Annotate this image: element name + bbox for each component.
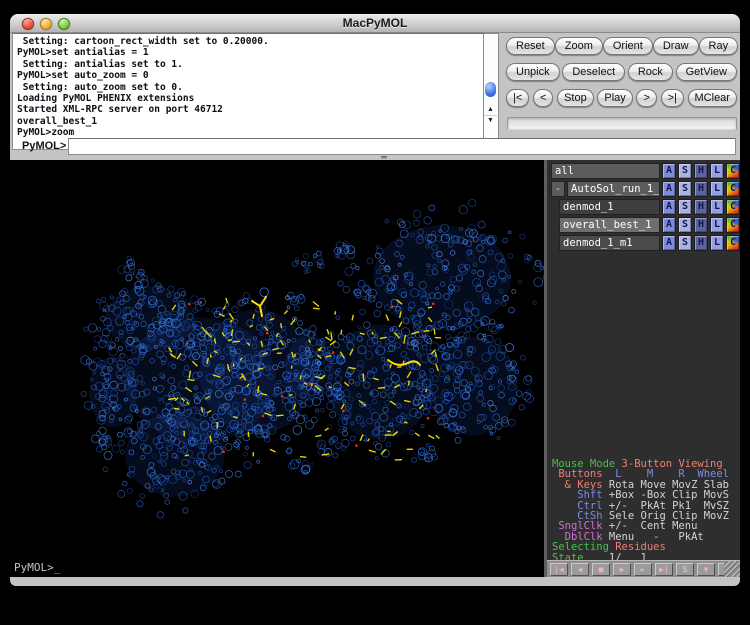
step-button[interactable]: < bbox=[533, 89, 553, 107]
expander-toggle[interactable]: - bbox=[551, 181, 565, 197]
console-line: PyMOL>zoom bbox=[17, 127, 483, 138]
go-to-end-button[interactable]: ▶| bbox=[655, 563, 673, 576]
s-menu-button[interactable]: S bbox=[678, 199, 692, 215]
ashlc-tiles: ASHLC bbox=[662, 235, 740, 251]
console-line: PyMOL>set auto_zoom = 0 bbox=[17, 70, 483, 81]
step-button[interactable]: |< bbox=[506, 89, 529, 107]
ashlc-tiles: ASHLC bbox=[662, 163, 740, 179]
stop-button[interactable]: ■ bbox=[592, 563, 610, 576]
viewport-3d[interactable]: PyMOL>_ bbox=[10, 160, 544, 577]
electron-density-mesh bbox=[10, 160, 544, 577]
ashlc-tiles: ASHLC bbox=[662, 217, 740, 233]
a-menu-button[interactable]: A bbox=[662, 217, 676, 233]
l-menu-button[interactable]: L bbox=[710, 163, 724, 179]
s-menu-button[interactable]: S bbox=[678, 181, 692, 197]
object-name-button[interactable]: denmod_1_m1 bbox=[559, 235, 660, 251]
s-menu-button[interactable]: S bbox=[678, 235, 692, 251]
c-menu-button[interactable]: C bbox=[726, 163, 740, 179]
c-menu-button[interactable]: C bbox=[726, 217, 740, 233]
ashlc-tiles: ASHLC bbox=[662, 181, 740, 197]
step-forward-button[interactable]: ► bbox=[634, 563, 652, 576]
down-button[interactable]: ▼ bbox=[697, 563, 715, 576]
h-menu-button[interactable]: H bbox=[694, 199, 708, 215]
play-button[interactable]: Play bbox=[597, 89, 632, 107]
deselect-button[interactable]: Deselect bbox=[562, 63, 625, 81]
window-title: MacPyMOL bbox=[10, 16, 740, 30]
zoom-button[interactable]: Zoom bbox=[555, 37, 603, 55]
control-button-row-2: UnpickDeselectRockGetView bbox=[506, 63, 737, 81]
go-to-start-button[interactable]: |◀ bbox=[550, 563, 568, 576]
pane-resize-handle[interactable] bbox=[381, 156, 387, 159]
console-log[interactable]: Setting: cartoon_rect_width set to 0.200… bbox=[12, 33, 484, 150]
s-menu-button[interactable]: S bbox=[678, 163, 692, 179]
title-bar[interactable]: MacPyMOL bbox=[10, 14, 740, 33]
object-name-button[interactable]: all bbox=[551, 163, 660, 179]
ray-button[interactable]: Ray bbox=[699, 37, 739, 55]
h-menu-button[interactable]: H bbox=[694, 235, 708, 251]
rock-button[interactable]: Rock bbox=[628, 63, 673, 81]
prompt-label: PyMOL> bbox=[22, 140, 66, 152]
h-menu-button[interactable]: H bbox=[694, 217, 708, 233]
object-row: denmod_1ASHLC bbox=[547, 199, 740, 215]
draw-button[interactable]: Draw bbox=[653, 37, 699, 55]
h-menu-button[interactable]: H bbox=[694, 181, 708, 197]
c-menu-button[interactable]: C bbox=[726, 181, 740, 197]
l-menu-button[interactable]: L bbox=[710, 217, 724, 233]
control-button-row-1: ResetZoomOrientDrawRay bbox=[506, 37, 737, 55]
l-menu-button[interactable]: L bbox=[710, 235, 724, 251]
viewport-prompt: PyMOL>_ bbox=[14, 561, 60, 574]
s-button[interactable]: S bbox=[676, 563, 694, 576]
object-name-button[interactable]: AutoSol_run_1_ bbox=[567, 181, 660, 197]
scroll-down-icon[interactable]: ▼ bbox=[484, 115, 497, 124]
h-menu-button[interactable]: H bbox=[694, 163, 708, 179]
stop-button[interactable]: Stop bbox=[557, 89, 594, 107]
window-resize-grip[interactable] bbox=[724, 561, 740, 577]
a-menu-button[interactable]: A bbox=[662, 235, 676, 251]
a-menu-button[interactable]: A bbox=[662, 181, 676, 197]
object-row: denmod_1_m1ASHLC bbox=[547, 235, 740, 251]
object-row: allASHLC bbox=[547, 163, 740, 179]
object-row: overall_best_1ASHLC bbox=[547, 217, 740, 233]
c-menu-button[interactable]: C bbox=[726, 199, 740, 215]
orient-button[interactable]: Orient bbox=[603, 37, 653, 55]
step-button[interactable]: >| bbox=[661, 89, 684, 107]
command-input[interactable] bbox=[68, 138, 736, 155]
object-name-button[interactable]: overall_best_1 bbox=[559, 217, 660, 233]
l-menu-button[interactable]: L bbox=[710, 199, 724, 215]
mouse-mode-panel: Mouse Mode 3-Button Viewing Buttons L M … bbox=[552, 459, 729, 563]
scroll-up-icon[interactable]: ▲ bbox=[484, 105, 497, 114]
control-button-row-3: |<<StopPlay> >|MClear bbox=[506, 89, 737, 107]
console-line: PyMOL>set antialias = 1 bbox=[17, 47, 483, 58]
object-panel: allASHLC-AutoSol_run_1_ASHLCdenmod_1ASHL… bbox=[544, 160, 740, 577]
movie-control-bar: |◀◀■▶►▶|S▼F bbox=[547, 560, 740, 577]
console-line: Setting: auto_zoom set to 0. bbox=[17, 82, 483, 93]
unpick-button[interactable]: Unpick bbox=[506, 63, 560, 81]
macpymol-window: MacPyMOL Setting: cartoon_rect_width set… bbox=[10, 14, 740, 586]
getview-button[interactable]: GetView bbox=[676, 63, 737, 81]
movie-progress-strip bbox=[507, 117, 737, 130]
object-list: allASHLC-AutoSol_run_1_ASHLCdenmod_1ASHL… bbox=[547, 163, 740, 253]
scrollbar-thumb[interactable] bbox=[485, 82, 496, 97]
step-back-button[interactable]: ◀ bbox=[571, 563, 589, 576]
object-name-button[interactable]: denmod_1 bbox=[559, 199, 660, 215]
console-line: Setting: cartoon_rect_width set to 0.200… bbox=[17, 36, 483, 47]
a-menu-button[interactable]: A bbox=[662, 199, 676, 215]
play-button[interactable]: ▶ bbox=[613, 563, 631, 576]
reset-button[interactable]: Reset bbox=[506, 37, 555, 55]
a-menu-button[interactable]: A bbox=[662, 163, 676, 179]
object-row: -AutoSol_run_1_ASHLC bbox=[547, 181, 740, 197]
console-line: Started XML-RPC server on port 46712 bbox=[17, 104, 483, 115]
l-menu-button[interactable]: L bbox=[710, 181, 724, 197]
c-menu-button[interactable]: C bbox=[726, 235, 740, 251]
s-menu-button[interactable]: S bbox=[678, 217, 692, 233]
step-button[interactable]: > bbox=[636, 89, 656, 107]
mclear-button[interactable]: MClear bbox=[688, 89, 737, 107]
console-scrollbar[interactable]: ▲ ▼ bbox=[484, 33, 499, 150]
console-line: Loading PyMOL PHENIX extensions bbox=[17, 93, 483, 104]
console-line: Setting: antialias set to 1. bbox=[17, 59, 483, 70]
ashlc-tiles: ASHLC bbox=[662, 199, 740, 215]
console-line: overall_best_1 bbox=[17, 116, 483, 127]
